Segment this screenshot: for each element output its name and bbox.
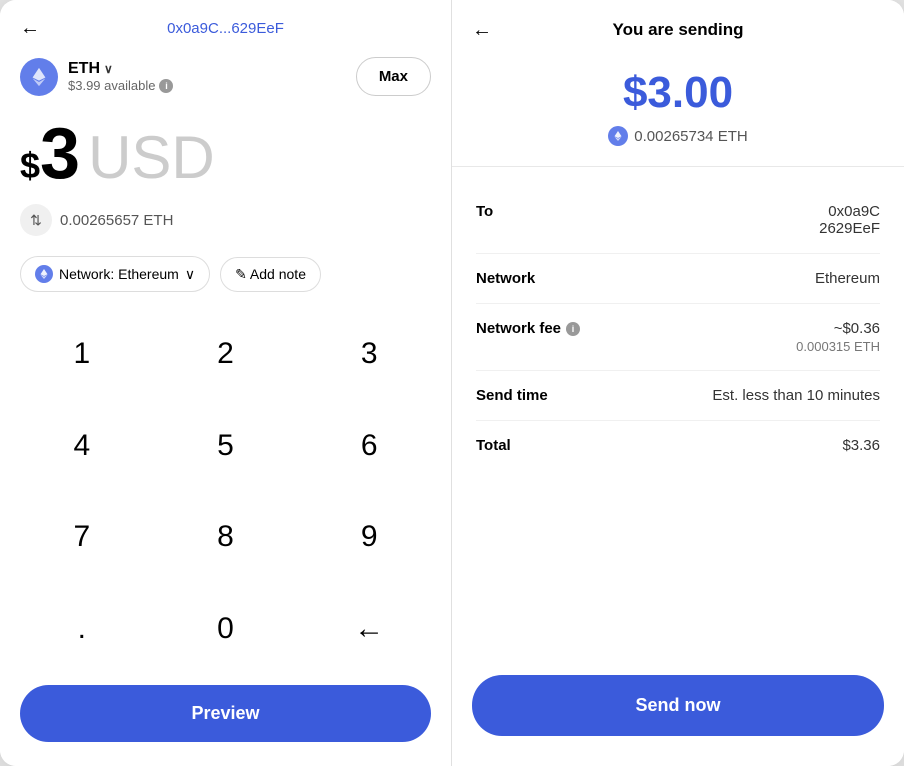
send-time-row: Send time Est. less than 10 minutes [476, 371, 880, 421]
key-1[interactable]: 1 [10, 308, 154, 400]
key-2[interactable]: 2 [154, 308, 298, 400]
to-address-line1: 0x0a9C [819, 203, 880, 220]
total-value: $3.36 [842, 437, 880, 454]
fee-value-block: ~$0.36 0.000315 ETH [796, 320, 880, 354]
key-6[interactable]: 6 [297, 400, 441, 492]
total-label: Total [476, 437, 511, 454]
max-button[interactable]: Max [356, 57, 431, 96]
network-eth-icon [35, 265, 53, 283]
fee-label: Network fee [476, 320, 561, 337]
token-balance: $3.99 available i [68, 78, 173, 93]
key-dot[interactable]: . [10, 583, 154, 675]
network-chevron: ∨ [185, 266, 195, 283]
key-9[interactable]: 9 [297, 492, 441, 584]
balance-info-icon[interactable]: i [159, 79, 173, 93]
right-title: You are sending [613, 20, 744, 40]
to-label: To [476, 203, 493, 220]
keypad: 1 2 3 4 5 6 7 8 9 . 0 ← [0, 308, 451, 675]
network-label: Network: Ethereum [59, 266, 179, 282]
left-screen: ← 0x0a9C...629EeF ETH ∨ $3.99 av [0, 0, 452, 766]
swap-icon[interactable]: ⇅ [20, 204, 52, 236]
back-arrow-left[interactable]: ← [20, 17, 40, 40]
fee-label-row: Network fee i [476, 320, 580, 337]
sending-eth-amount: 0.00265734 ETH [634, 128, 747, 145]
token-info: ETH ∨ $3.99 available i [68, 60, 173, 93]
key-0[interactable]: 0 [154, 583, 298, 675]
dollar-sign: $ [20, 145, 40, 187]
right-header: ← You are sending [452, 0, 904, 56]
send-time-value: Est. less than 10 minutes [712, 387, 880, 404]
to-address-block: 0x0a9C 2629EeF [819, 203, 880, 237]
screens-container: ← 0x0a9C...629EeF ETH ∨ $3.99 av [0, 0, 904, 766]
fee-row: Network fee i ~$0.36 0.000315 ETH [476, 304, 880, 371]
key-8[interactable]: 8 [154, 492, 298, 584]
network-detail-label: Network [476, 270, 535, 287]
amount-display: $ 3 USD [0, 108, 451, 196]
total-row: Total $3.36 [476, 421, 880, 470]
amount-number: 3 [40, 118, 80, 190]
eth-equiv-text: 0.00265657 ETH [60, 212, 173, 229]
token-row: ETH ∨ $3.99 available i Max [0, 49, 451, 108]
left-header: ← 0x0a9C...629EeF [0, 0, 451, 49]
key-5[interactable]: 5 [154, 400, 298, 492]
network-detail-value: Ethereum [815, 270, 880, 287]
transaction-details: To 0x0a9C 2629EeF Network Ethereum Netwo… [452, 167, 904, 665]
key-4[interactable]: 4 [10, 400, 154, 492]
sending-eth-icon [608, 126, 628, 146]
sending-eth-row: 0.00265734 ETH [608, 126, 747, 146]
back-arrow-right[interactable]: ← [472, 19, 492, 42]
add-note-button[interactable]: ✎ Add note [220, 257, 321, 292]
token-name: ETH [68, 60, 100, 78]
send-now-button[interactable]: Send now [472, 675, 884, 736]
eth-equivalent-row: ⇅ 0.00265657 ETH [0, 196, 451, 248]
key-backspace[interactable]: ← [297, 583, 441, 675]
key-7[interactable]: 7 [10, 492, 154, 584]
recipient-address: 0x0a9C...629EeF [167, 20, 284, 37]
key-3[interactable]: 3 [297, 308, 441, 400]
sending-usd-amount: $3.00 [623, 68, 733, 118]
amount-currency: USD [88, 128, 215, 188]
token-left: ETH ∨ $3.99 available i [20, 58, 173, 96]
token-name-row[interactable]: ETH ∨ [68, 60, 173, 78]
eth-icon [20, 58, 58, 96]
to-row: To 0x0a9C 2629EeF [476, 187, 880, 254]
fee-usd-value: ~$0.36 [796, 320, 880, 337]
send-time-label: Send time [476, 387, 548, 404]
network-button[interactable]: Network: Ethereum ∨ [20, 256, 210, 292]
options-row: Network: Ethereum ∨ ✎ Add note [0, 248, 451, 308]
token-chevron: ∨ [104, 62, 113, 76]
network-row: Network Ethereum [476, 254, 880, 304]
to-address-line2: 2629EeF [819, 220, 880, 237]
fee-info-icon[interactable]: i [566, 322, 580, 336]
preview-button[interactable]: Preview [20, 685, 431, 742]
right-screen: ← You are sending $3.00 0.00265734 ETH T… [452, 0, 904, 766]
sending-amount-section: $3.00 0.00265734 ETH [452, 56, 904, 167]
fee-eth-value: 0.000315 ETH [796, 339, 880, 354]
